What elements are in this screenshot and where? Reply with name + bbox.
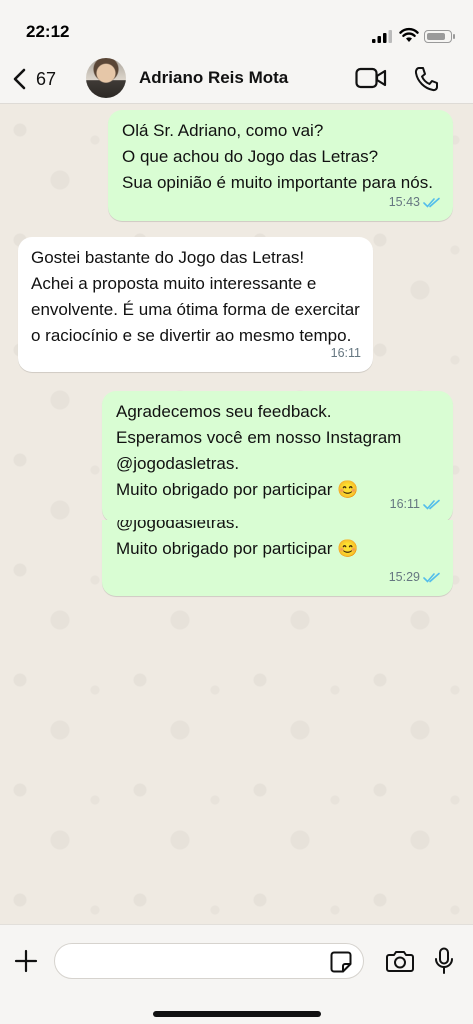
wifi-icon bbox=[399, 27, 419, 42]
message-bubble-outgoing[interactable]: Agradecemos seu feedback. Esperamos você… bbox=[102, 391, 453, 523]
message-text: Agradecemos seu feedback. Esperamos você… bbox=[116, 402, 402, 499]
status-time: 22:12 bbox=[26, 22, 70, 41]
message-meta: 16:11 bbox=[390, 491, 441, 517]
message-composer bbox=[0, 924, 473, 1024]
double-check-icon bbox=[423, 499, 440, 510]
message-time: 15:29 bbox=[388, 570, 420, 584]
plus-icon[interactable] bbox=[14, 949, 38, 973]
microphone-icon[interactable] bbox=[434, 947, 454, 975]
message-text-clip: @jogodasletras. Muito obrigado por parti… bbox=[116, 520, 441, 570]
sticker-icon[interactable] bbox=[330, 951, 352, 973]
camera-icon[interactable] bbox=[386, 949, 414, 973]
home-indicator bbox=[153, 1011, 321, 1017]
chevron-left-icon bbox=[13, 68, 26, 90]
message-meta: 15:43 bbox=[389, 189, 441, 215]
back-button[interactable]: 67 bbox=[12, 64, 56, 94]
double-check-icon bbox=[423, 572, 440, 583]
message-time: 16:11 bbox=[389, 497, 420, 511]
message-text: Olá Sr. Adriano, como vai? O que achou d… bbox=[122, 121, 433, 192]
message-input[interactable] bbox=[54, 943, 364, 979]
message-bubble-outgoing[interactable]: Olá Sr. Adriano, como vai? O que achou d… bbox=[108, 110, 453, 221]
phone-icon[interactable] bbox=[414, 66, 438, 92]
battery-icon bbox=[424, 30, 455, 43]
message-time: 16:11 bbox=[330, 346, 361, 360]
signal-icon bbox=[372, 30, 392, 43]
message-text: Gostei bastante do Jogo das Letras! Ache… bbox=[31, 248, 360, 345]
message-text: @jogodasletras. Muito obrigado por parti… bbox=[116, 520, 359, 558]
message-bubble-incoming[interactable]: Gostei bastante do Jogo das Letras! Ache… bbox=[18, 237, 373, 372]
double-check-icon bbox=[423, 197, 440, 208]
message-time: 15:43 bbox=[388, 195, 420, 209]
unread-count: 67 bbox=[36, 68, 57, 89]
chat-header: 67 Adriano Reis Mota bbox=[0, 54, 473, 104]
message-meta: 16:11 bbox=[331, 340, 361, 366]
avatar[interactable] bbox=[86, 58, 126, 98]
status-bar: 22:12 bbox=[0, 0, 473, 54]
contact-name[interactable]: Adriano Reis Mota bbox=[139, 68, 288, 88]
video-camera-icon[interactable] bbox=[355, 67, 387, 89]
message-bubble-outgoing[interactable]: @jogodasletras. Muito obrigado por parti… bbox=[102, 520, 453, 596]
message-meta: 15:29 bbox=[389, 564, 441, 590]
